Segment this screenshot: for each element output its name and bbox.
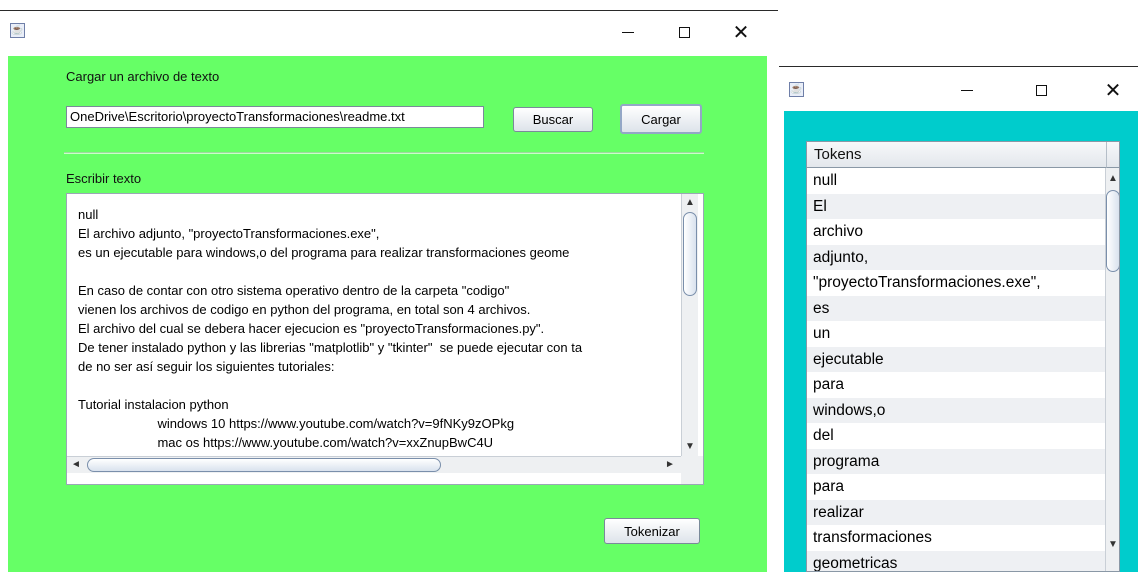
text-line: mac os https://www.youtube.com/watch?v=x… [78,435,494,450]
tokens-table[interactable]: Tokens null El archivo adjunto, "proyectoTra… [806,141,1120,572]
text-line: En caso de contar con otro sistema opera… [78,283,510,298]
text-area[interactable]: null El archivo adjunto, "proyectoTransfo… [78,205,582,452]
horizontal-scrollbar[interactable]: ◄ ► [67,456,681,473]
main-window: ☕ ✕ Cargar un archivo de texto OneDrive\… [0,10,778,572]
token-row[interactable]: es [807,295,1105,321]
minimize-button[interactable] [947,75,987,105]
header-corner [1107,142,1119,168]
token-row[interactable]: transformaciones [807,525,1105,551]
text-line: es un ejecutable para windows,o del prog… [78,245,570,260]
scroll-corner [681,456,703,484]
scroll-up-icon[interactable]: ▲ [1106,172,1119,186]
scroll-left-icon[interactable]: ◄ [69,458,83,472]
tokens-window: ☕ ✕ Tokens null El archivo adjunto, "proyect… [779,66,1138,572]
token-row[interactable]: geometricas [807,550,1105,571]
text-line: De tener instalado python y las libreria… [78,340,583,355]
text-line: El archivo adjunto, "proyectoTransformac… [78,226,380,241]
main-title-bar[interactable]: ☕ ✕ [0,10,778,47]
maximize-icon [1035,84,1047,96]
load-button[interactable]: Cargar [620,104,702,134]
tokens-column-header[interactable]: Tokens [807,142,1107,168]
text-area-scroll-pane[interactable]: null El archivo adjunto, "proyectoTransfo… [66,193,704,485]
vertical-scrollbar[interactable]: ▲ ▼ [681,194,698,456]
write-text-label: Escribir texto [66,171,142,186]
token-row[interactable]: del [807,423,1105,449]
text-line: Tutorial instalacion python [78,397,229,412]
horizontal-scroll-thumb[interactable] [87,458,441,472]
tokenize-button[interactable]: Tokenizar [604,518,700,544]
tokens-vertical-scrollbar[interactable]: ▲ ▼ [1105,168,1119,571]
maximize-button[interactable] [1021,75,1061,105]
java-coffee-icon: ☕ [10,23,25,38]
close-button[interactable]: ✕ [1093,75,1133,105]
scroll-up-icon[interactable]: ▲ [683,196,697,210]
tokens-title-bar[interactable]: ☕ ✕ [779,66,1138,111]
tokens-scroll-thumb[interactable] [1106,190,1119,272]
token-row[interactable]: El [807,193,1105,219]
file-path-field[interactable]: OneDrive\Escritorio\proyectoTransformaci… [66,106,484,128]
token-row[interactable]: archivo [807,219,1105,245]
text-line: null [78,207,99,222]
tokens-panel: Tokens null El archivo adjunto, "proyectoTra… [784,111,1138,572]
token-row[interactable]: adjunto, [807,244,1105,270]
text-line [78,376,582,395]
token-row[interactable]: un [807,321,1105,347]
token-row[interactable]: realizar [807,499,1105,525]
close-icon: ✕ [732,20,750,44]
text-line [78,262,582,281]
scroll-right-icon[interactable]: ► [663,458,677,472]
token-row[interactable]: null [807,168,1105,194]
text-line: windows 10 https://www.youtube.com/watch… [78,416,515,431]
token-row[interactable]: para [807,372,1105,398]
minimize-icon [961,89,973,91]
token-row[interactable]: ejecutable [807,346,1105,372]
text-line: vienen los archivos de codigo en python … [78,302,531,317]
maximize-button[interactable] [664,17,704,47]
load-file-label: Cargar un archivo de texto [66,69,220,84]
token-row[interactable]: programa [807,448,1105,474]
separator [64,152,704,154]
minimize-icon [622,31,634,33]
token-row[interactable]: para [807,474,1105,500]
tokens-list: null El archivo adjunto, "proyectoTransforma… [807,168,1105,571]
maximize-icon [678,26,690,38]
close-button[interactable]: ✕ [721,17,761,47]
main-panel: Cargar un archivo de texto OneDrive\Escr… [8,56,767,572]
scroll-down-icon[interactable]: ▼ [1106,538,1119,552]
java-coffee-icon: ☕ [789,82,804,97]
close-icon: ✕ [1104,78,1122,102]
token-row[interactable]: "proyectoTransformaciones.exe", [807,270,1105,296]
text-line: de no ser así seguir los siguientes tuto… [78,359,335,374]
search-button[interactable]: Buscar [513,107,593,132]
minimize-button[interactable] [608,17,648,47]
text-line: El archivo del cual se debera hacer ejec… [78,321,545,336]
vertical-scroll-thumb[interactable] [683,212,697,296]
token-row[interactable]: windows,o [807,397,1105,423]
scroll-down-icon[interactable]: ▼ [683,440,697,454]
